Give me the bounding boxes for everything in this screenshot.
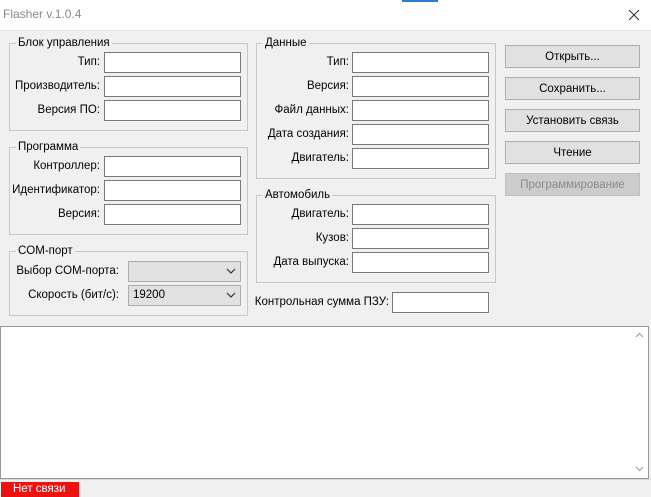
program-legend: Программа [18, 141, 79, 153]
controller-label: Контроллер: [33, 160, 100, 172]
title-accent-line [402, 0, 438, 2]
control-type-field[interactable] [104, 52, 241, 73]
chevron-up-icon [635, 332, 644, 338]
log-scrollbar[interactable] [631, 327, 648, 478]
car-engine-field[interactable] [352, 204, 489, 225]
controller-field[interactable] [104, 156, 241, 177]
program-version-field[interactable] [104, 204, 241, 225]
read-button[interactable]: Чтение [505, 141, 640, 164]
chevron-down-icon [635, 466, 644, 472]
data-type-label: Тип: [326, 56, 349, 68]
car-body-label: Кузов: [315, 232, 349, 244]
data-engine-field[interactable] [352, 148, 489, 169]
speed-label: Скорость (бит/с): [28, 289, 119, 301]
speed-select[interactable]: 19200 [128, 285, 241, 306]
checksum-field[interactable] [392, 292, 489, 313]
manufacturer-label: Производитель: [14, 80, 100, 92]
chevron-down-icon [226, 268, 236, 274]
data-legend: Данные [265, 37, 307, 49]
release-date-field[interactable] [352, 252, 489, 273]
data-file-label: Файл данных: [274, 104, 350, 116]
car-engine-label: Двигатель: [291, 208, 349, 220]
com-port-select[interactable] [128, 261, 241, 282]
com-port-legend: COM-порт [18, 245, 73, 257]
control-block-legend: Блок управления [18, 37, 110, 49]
data-version-field[interactable] [352, 76, 489, 97]
data-file-field[interactable] [352, 100, 489, 121]
close-icon [628, 9, 640, 21]
manufacturer-field[interactable] [104, 76, 241, 97]
created-date-label: Дата создания: [267, 128, 349, 140]
scroll-down-button[interactable] [631, 461, 648, 478]
speed-value: 19200 [133, 289, 165, 301]
title-bar: Flasher v.1.0.4 [0, 0, 651, 31]
control-type-label: Тип: [77, 56, 100, 68]
window-title: Flasher v.1.0.4 [3, 7, 82, 21]
identifier-field[interactable] [104, 180, 241, 201]
program-version-label: Версия: [57, 208, 100, 220]
sw-version-label: Версия ПО: [37, 104, 100, 116]
connection-status-badge: Нет связи [1, 482, 79, 497]
save-button[interactable]: Сохранить... [505, 77, 640, 100]
close-button[interactable] [617, 0, 651, 30]
checksum-label: Контрольная сумма ПЗУ: [254, 296, 389, 308]
chevron-down-icon [226, 292, 236, 298]
scroll-up-button[interactable] [631, 327, 648, 344]
connect-button[interactable]: Установить связь [505, 109, 640, 132]
sw-version-field[interactable] [104, 100, 241, 121]
data-engine-label: Двигатель: [291, 152, 349, 164]
identifier-label: Идентификатор: [12, 184, 100, 196]
status-bar: Нет связи [0, 479, 651, 497]
release-date-label: Дата выпуска: [273, 256, 349, 268]
car-body-field[interactable] [352, 228, 489, 249]
created-date-field[interactable] [352, 124, 489, 145]
data-type-field[interactable] [352, 52, 489, 73]
open-button[interactable]: Открыть... [505, 45, 640, 68]
program-button[interactable]: Программирование [505, 173, 640, 196]
log-textarea[interactable] [0, 326, 649, 479]
port-select-label: Выбор COM-порта: [16, 265, 119, 277]
data-version-label: Версия: [306, 80, 349, 92]
car-legend: Автомобиль [265, 189, 331, 201]
